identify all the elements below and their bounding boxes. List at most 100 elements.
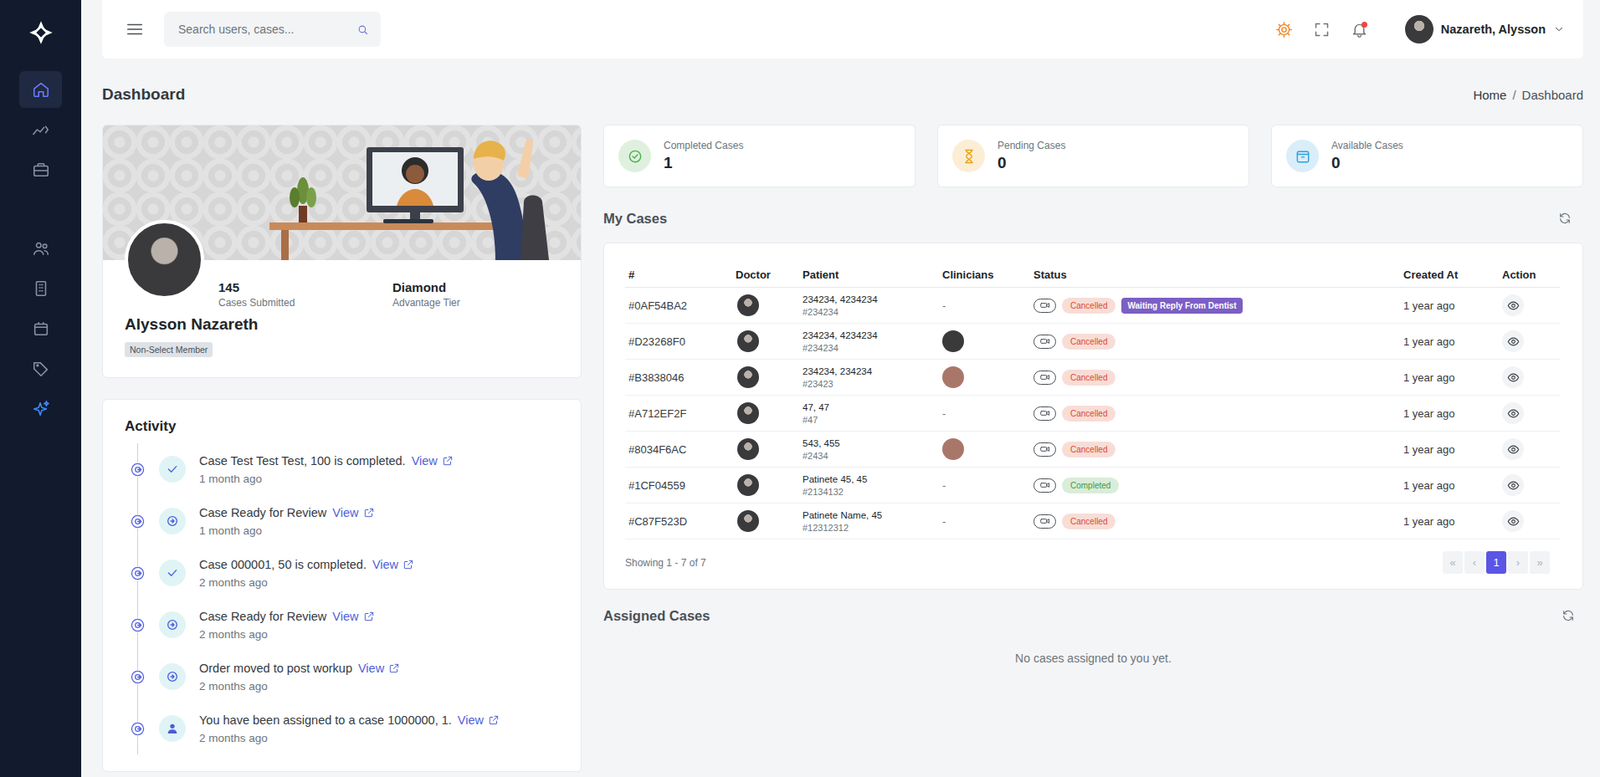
timeline-arrow-icon xyxy=(130,618,145,633)
doctor-avatar xyxy=(737,438,759,461)
status-cell: Cancelled xyxy=(1030,431,1400,468)
breadcrumb-item[interactable]: Home xyxy=(1472,87,1507,103)
patient-name: 543, 455 xyxy=(802,438,936,449)
clinicians-cell xyxy=(938,359,1031,396)
profile-name: Alysson Nazareth xyxy=(124,315,559,334)
status-badge: Cancelled xyxy=(1061,441,1116,458)
created-at: 1 year ago xyxy=(1400,467,1499,504)
case-id[interactable]: #1CF04559 xyxy=(625,467,733,504)
table-row[interactable]: #A712EF2F47, 47#47-Cancelled1 year ago xyxy=(625,395,1560,432)
briefcase-icon xyxy=(31,160,51,180)
sidebar-item[interactable] xyxy=(19,310,62,348)
profile-stat-label: Cases Submitted xyxy=(218,297,393,309)
sidebar-item[interactable] xyxy=(19,390,62,428)
stat-card: Available Cases0 xyxy=(1271,124,1584,188)
view-button[interactable] xyxy=(1502,438,1524,461)
view-link[interactable]: View xyxy=(332,610,375,624)
eye-icon xyxy=(1507,299,1520,313)
search-field[interactable]: Search users, cases... xyxy=(164,11,381,47)
activity-item: You have been assigned to a case 1000000… xyxy=(124,702,559,755)
page-button[interactable]: 1 xyxy=(1486,551,1507,575)
table-row[interactable]: #B3838046234234, 234234#23423Cancelled1 … xyxy=(625,359,1560,396)
breadcrumb-item: Dashboard xyxy=(1522,87,1584,103)
box-icon xyxy=(1294,148,1312,165)
view-link[interactable]: View xyxy=(457,713,500,728)
doctor-cell xyxy=(732,467,800,504)
clinician-empty: - xyxy=(942,515,946,529)
content: 145Cases SubmittedDiamondAdvantage TierA… xyxy=(102,124,1584,773)
stats-row: Completed Cases1Pending Cases0Available … xyxy=(603,124,1584,188)
table-row[interactable]: #8034F6AC543, 455#2434Cancelled1 year ag… xyxy=(625,431,1560,468)
sidebar-item[interactable] xyxy=(19,71,62,108)
case-id[interactable]: #B3838046 xyxy=(625,359,733,396)
view-button[interactable] xyxy=(1502,402,1524,425)
view-link[interactable]: View xyxy=(372,558,415,572)
sidebar-item[interactable] xyxy=(19,230,62,267)
search-icon[interactable] xyxy=(356,23,370,36)
view-button[interactable] xyxy=(1502,510,1524,533)
table-row[interactable]: #D23268F0234234, 4234234#234234Cancelled… xyxy=(625,323,1560,360)
video-badge xyxy=(1033,334,1057,349)
fullscreen-icon[interactable] xyxy=(1312,20,1331,39)
status-cell: Cancelled xyxy=(1030,503,1400,540)
view-button[interactable] xyxy=(1502,330,1524,353)
activity-message: Order moved to post workupView xyxy=(199,661,400,676)
profile-stat-value: Diamond xyxy=(392,280,567,295)
activity-item: Case Ready for ReviewView 2 months ago xyxy=(124,599,559,652)
sidebar-item[interactable] xyxy=(19,350,62,388)
sidebar-item[interactable] xyxy=(19,151,62,189)
case-id[interactable]: #C87F523D xyxy=(625,503,733,540)
case-id[interactable]: #D23268F0 xyxy=(625,323,733,360)
status-badge: Completed xyxy=(1061,477,1119,494)
profile-stat-label: Advantage Tier xyxy=(392,297,567,309)
video-camera-icon xyxy=(1039,409,1052,418)
status-tag: Waiting Reply From Dentist xyxy=(1121,297,1242,314)
activity-icon-badge xyxy=(158,456,186,483)
top-bar: Search users, cases... Nazareth, Alysson xyxy=(102,0,1584,59)
sidebar-item[interactable] xyxy=(19,270,62,308)
table-row[interactable]: #C87F523DPatinete Name, 45#12312312-Canc… xyxy=(625,503,1560,540)
table-header-row: #DoctorPatientCliniciansStatusCreated At… xyxy=(625,261,1560,288)
page-title-row: DashboardHome/Dashboard xyxy=(102,82,1584,108)
view-button[interactable] xyxy=(1502,366,1524,389)
status-badge: Cancelled xyxy=(1061,369,1116,386)
clinician-avatar xyxy=(942,330,965,353)
gear-icon[interactable] xyxy=(1275,20,1293,39)
view-link[interactable]: View xyxy=(332,506,375,520)
video-badge xyxy=(1033,298,1057,313)
view-button[interactable] xyxy=(1502,474,1524,497)
logo-icon[interactable] xyxy=(28,20,54,46)
clinicians-cell: - xyxy=(938,287,1031,324)
activity-title: Activity xyxy=(124,418,559,436)
activity-item: Case Ready for ReviewView 1 month ago xyxy=(124,495,559,548)
doctor-cell xyxy=(732,503,800,540)
clinician-empty: - xyxy=(942,407,946,421)
table-row[interactable]: #0AF54BA2234234, 4234234#234234-Cancelle… xyxy=(625,287,1560,324)
user-menu[interactable]: Nazareth, Alysson xyxy=(1405,15,1565,44)
view-link[interactable]: View xyxy=(411,454,454,468)
patient-id: #234234 xyxy=(802,307,936,318)
profile-body: 145Cases SubmittedDiamondAdvantage TierA… xyxy=(102,260,581,378)
case-id[interactable]: #A712EF2F xyxy=(625,395,733,432)
activity-time: 2 months ago xyxy=(199,576,415,590)
activity-text: Case Test Test Test, 100 is completed.Vi… xyxy=(199,446,454,493)
sidebar-item[interactable] xyxy=(19,111,62,149)
view-button[interactable] xyxy=(1502,294,1524,317)
refresh-icon[interactable] xyxy=(1558,211,1572,226)
case-id[interactable]: #8034F6AC xyxy=(625,431,733,468)
status-cell: Cancelled xyxy=(1030,359,1400,396)
created-at: 1 year ago xyxy=(1400,287,1499,324)
notifications-button[interactable] xyxy=(1350,20,1369,39)
menu-icon[interactable] xyxy=(125,20,144,39)
refresh-icon[interactable] xyxy=(1561,609,1575,623)
view-link[interactable]: View xyxy=(358,661,400,676)
profile-summary: 145Cases SubmittedDiamondAdvantage Tier xyxy=(124,260,559,309)
case-id[interactable]: #0AF54BA2 xyxy=(625,287,733,324)
timeline-arrow-icon xyxy=(130,514,145,529)
analytics-icon xyxy=(31,120,51,139)
table-row[interactable]: #1CF04559Patinete 45, 45#2134132-Complet… xyxy=(625,467,1560,504)
activity-icon-badge xyxy=(158,507,186,535)
review-target-icon xyxy=(165,514,180,529)
patient-cell: Patinete 45, 45#2134132 xyxy=(799,467,939,504)
profile-stat: 145Cases Submitted xyxy=(218,280,393,309)
